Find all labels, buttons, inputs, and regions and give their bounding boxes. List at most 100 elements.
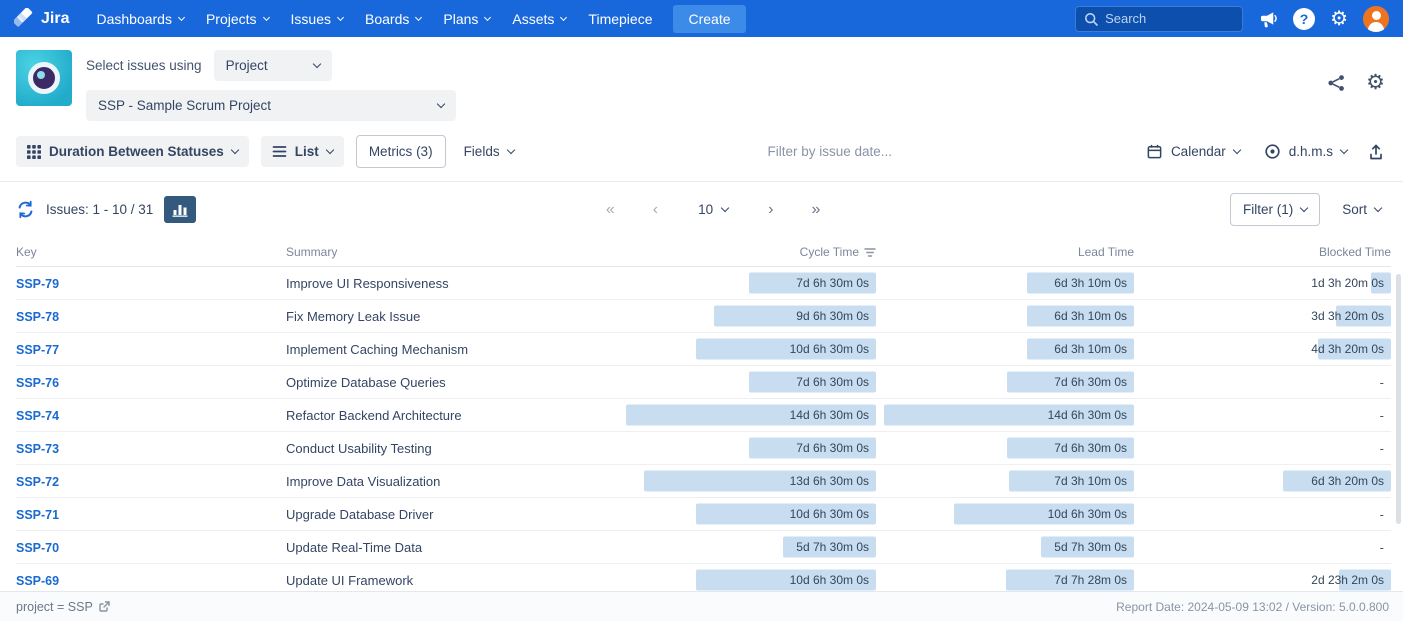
issue-key-link[interactable]: SSP-79 xyxy=(16,277,59,291)
calendar-dropdown[interactable]: Calendar xyxy=(1140,135,1246,168)
column-header-key[interactable]: Key xyxy=(16,245,286,259)
issue-summary: Optimize Database Queries xyxy=(286,375,622,390)
issue-key-link[interactable]: SSP-76 xyxy=(16,376,59,390)
external-link-icon[interactable] xyxy=(98,601,110,613)
app-lens-icon xyxy=(28,62,60,94)
first-page-button[interactable]: « xyxy=(602,200,619,220)
column-header-lead-time[interactable]: Lead Time xyxy=(880,245,1138,259)
issue-source-dropdown[interactable]: Project xyxy=(214,50,332,81)
sort-dropdown[interactable]: Sort xyxy=(1336,194,1387,225)
column-header-blocked-time[interactable]: Blocked Time xyxy=(1138,245,1391,259)
issue-summary: Update UI Framework xyxy=(286,573,622,588)
chevron-down-icon xyxy=(1340,146,1348,154)
announcement-icon[interactable] xyxy=(1258,9,1278,29)
prev-page-button[interactable]: ‹ xyxy=(649,200,662,220)
calendar-icon xyxy=(1146,143,1163,160)
duration-value: 14d 6h 30m 0s xyxy=(790,405,876,426)
fields-dropdown[interactable]: Fields xyxy=(458,136,520,167)
cycle-time-cell: 9d 6h 30m 0s xyxy=(622,300,880,332)
search-input[interactable] xyxy=(1105,11,1234,26)
cycle-time-header-label: Cycle Time xyxy=(800,245,859,259)
issue-date-filter-input[interactable] xyxy=(720,144,940,159)
share-icon[interactable] xyxy=(1326,73,1346,93)
filter-button[interactable]: Filter (1) xyxy=(1230,193,1320,226)
blocked-time-cell: 3d 3h 20m 0s xyxy=(1138,300,1391,332)
nav-item-issues[interactable]: Issues xyxy=(280,3,354,35)
column-header-cycle-time[interactable]: Cycle Time xyxy=(622,245,880,259)
issue-summary: Refactor Backend Architecture xyxy=(286,408,622,423)
settings-gear-icon[interactable]: ⚙ xyxy=(1330,9,1348,29)
nav-item-plans[interactable]: Plans xyxy=(432,3,501,35)
duration-value: 6d 3h 20m 0s xyxy=(1311,471,1391,492)
nav-item-boards[interactable]: Boards xyxy=(354,3,432,35)
metrics-button[interactable]: Metrics (3) xyxy=(356,135,446,168)
chevron-down-icon xyxy=(263,13,270,20)
issue-summary: Improve Data Visualization xyxy=(286,474,622,489)
user-avatar[interactable] xyxy=(1363,6,1389,32)
jira-brand[interactable]: Jira xyxy=(14,8,69,29)
pagination-controls: « ‹ 10 › » xyxy=(196,198,1230,221)
select-issues-label: Select issues using xyxy=(86,58,202,73)
column-header-summary[interactable]: Summary xyxy=(286,245,622,259)
empty-duration: - xyxy=(1380,441,1391,456)
chevron-down-icon xyxy=(721,204,729,212)
cycle-time-cell: 13d 6h 30m 0s xyxy=(622,465,880,497)
issue-key-link[interactable]: SSP-70 xyxy=(16,541,59,555)
nav-item-dashboards[interactable]: Dashboards xyxy=(85,3,195,35)
page-size-dropdown[interactable]: 10 xyxy=(692,198,734,221)
nav-item-label: Plans xyxy=(443,11,478,27)
issue-key-link[interactable]: SSP-71 xyxy=(16,508,59,522)
issue-source-selectors: Select issues using Project SSP - Sample… xyxy=(86,50,456,121)
table-row: SSP-79Improve UI Responsiveness7d 6h 30m… xyxy=(16,267,1391,300)
duration-value: 4d 3h 20m 0s xyxy=(1311,339,1391,360)
key-cell: SSP-78 xyxy=(16,309,286,324)
nav-item-timepiece[interactable]: Timepiece xyxy=(577,3,663,35)
view-mode-dropdown[interactable]: List xyxy=(261,136,344,167)
nav-items: DashboardsProjectsIssuesBoards Plans Asset… xyxy=(85,3,663,35)
project-dropdown[interactable]: SSP - Sample Scrum Project xyxy=(86,90,456,121)
report-settings-gear-icon[interactable]: ⚙ xyxy=(1366,72,1385,93)
navbar-right: ? ⚙ xyxy=(1075,6,1389,32)
nav-item-projects[interactable]: Projects xyxy=(195,3,280,35)
time-format-icon xyxy=(1264,143,1281,160)
key-cell: SSP-72 xyxy=(16,474,286,489)
issue-summary: Update Real-Time Data xyxy=(286,540,622,555)
search-icon xyxy=(1084,12,1098,26)
table-body: SSP-79Improve UI Responsiveness7d 6h 30m… xyxy=(16,267,1391,597)
issue-key-link[interactable]: SSP-73 xyxy=(16,442,59,456)
chevron-down-icon xyxy=(1374,204,1382,212)
key-cell: SSP-73 xyxy=(16,441,286,456)
issue-key-link[interactable]: SSP-69 xyxy=(16,574,59,588)
table-header-row: Key Summary Cycle Time Lead Time Blocked… xyxy=(16,238,1391,267)
chevron-down-icon xyxy=(312,60,320,68)
nav-item-assets[interactable]: Assets xyxy=(501,3,577,35)
table-scrollbar[interactable] xyxy=(1396,274,1401,524)
report-header: Select issues using Project SSP - Sample… xyxy=(0,37,1403,131)
cycle-time-cell: 10d 6h 30m 0s xyxy=(622,498,880,530)
blocked-time-cell: - xyxy=(1138,399,1391,431)
duration-format-dropdown[interactable]: d.h.m.s xyxy=(1258,135,1353,168)
bar-chart-icon xyxy=(172,202,188,217)
duration-value: 7d 3h 10m 0s xyxy=(1054,471,1134,492)
refresh-icon[interactable] xyxy=(16,200,35,219)
next-page-button[interactable]: › xyxy=(764,200,777,220)
export-icon[interactable] xyxy=(1365,139,1387,165)
column-filter-icon xyxy=(864,247,876,258)
report-toolbar: Duration Between Statuses List Metrics (… xyxy=(0,131,1403,182)
help-icon[interactable]: ? xyxy=(1293,8,1315,30)
chevron-down-icon xyxy=(337,13,344,20)
duration-value: 7d 6h 30m 0s xyxy=(796,372,876,393)
issue-key-link[interactable]: SSP-72 xyxy=(16,475,59,489)
issue-key-link[interactable]: SSP-78 xyxy=(16,310,59,324)
blocked-time-cell: - xyxy=(1138,498,1391,530)
chart-view-button[interactable] xyxy=(164,196,196,223)
issue-key-link[interactable]: SSP-77 xyxy=(16,343,59,357)
table-row: SSP-74 Refactor Backend Architecture 14d 6… xyxy=(16,399,1391,432)
create-button[interactable]: Create xyxy=(673,5,745,33)
issue-key-link[interactable]: SSP-74 xyxy=(16,409,59,423)
list-view-icon xyxy=(272,145,287,158)
last-page-button[interactable]: » xyxy=(807,200,824,220)
global-search[interactable] xyxy=(1075,6,1243,32)
fields-label: Fields xyxy=(464,144,500,159)
report-type-dropdown[interactable]: Duration Between Statuses xyxy=(16,136,249,167)
